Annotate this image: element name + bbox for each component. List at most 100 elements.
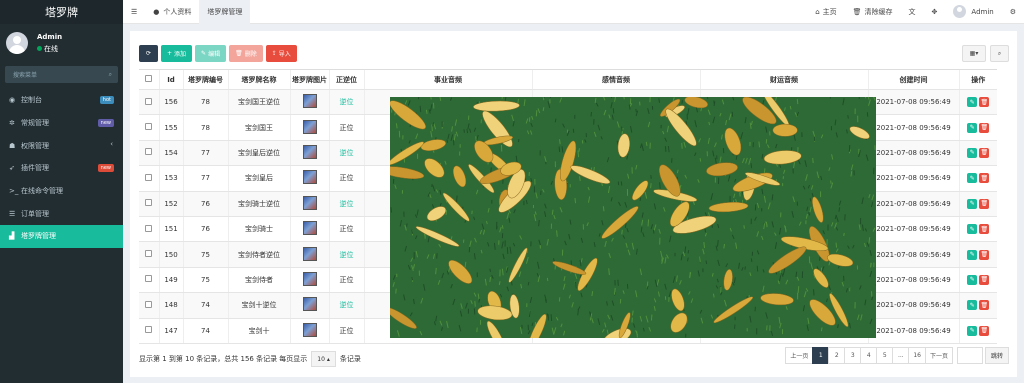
page-button[interactable]: 1 xyxy=(812,347,830,364)
page-button[interactable]: 3 xyxy=(844,347,862,364)
page-button[interactable]: 2 xyxy=(828,347,846,364)
page-size-select[interactable]: 10 ▴ xyxy=(311,351,336,367)
row-checkbox[interactable] xyxy=(139,140,159,167)
cell-number: 77 xyxy=(182,165,228,192)
sidebar-item-2[interactable]: ☗ 权限管理 ‹ xyxy=(0,134,123,157)
card-thumbnail[interactable] xyxy=(302,322,317,337)
delete-row-icon[interactable]: 🗑 xyxy=(979,173,990,184)
row-checkbox[interactable] xyxy=(139,241,159,268)
col-wealth-audio[interactable]: 财运音频 xyxy=(699,69,868,90)
select-all-checkbox[interactable] xyxy=(139,69,159,90)
sidebar-item-1[interactable]: ✲ 常规管理 new xyxy=(0,112,123,135)
page-jump-button[interactable]: 跳转 xyxy=(984,347,1009,364)
card-thumbnail[interactable] xyxy=(302,94,317,109)
card-thumbnail[interactable] xyxy=(302,119,317,134)
cell-number: 75 xyxy=(182,267,228,294)
card-thumbnail[interactable] xyxy=(302,170,317,185)
sidebar-item-label: 订单管理 xyxy=(21,209,49,218)
next-page-button[interactable]: 下一页 xyxy=(924,347,953,364)
add-button[interactable]: + 添加 xyxy=(161,45,193,62)
col-created-time[interactable]: 创建时间 xyxy=(867,69,959,90)
fullscreen-icon[interactable]: ✥ xyxy=(924,0,946,24)
avatar xyxy=(6,32,28,54)
columns-toggle-button[interactable]: ▦▾ xyxy=(962,45,986,62)
tab-profile[interactable]: ● 个人资料 xyxy=(145,0,199,24)
delete-row-icon[interactable]: 🗑 xyxy=(979,147,990,158)
edit-button[interactable]: ✎ 编辑 xyxy=(195,45,227,62)
col-position[interactable]: 正逆位 xyxy=(328,69,364,90)
card-thumbnail[interactable] xyxy=(302,144,317,159)
edit-row-icon[interactable]: ✎ xyxy=(967,122,978,133)
settings-icon[interactable]: ⚙ xyxy=(1002,0,1024,24)
card-thumbnail[interactable] xyxy=(302,221,317,236)
upload-icon: ⇪ xyxy=(271,50,277,57)
cell-created-time: 2021-07-08 09:56:49 xyxy=(867,241,959,268)
tab-tarot-management[interactable]: 塔罗牌管理 xyxy=(199,0,251,24)
col-love-audio[interactable]: 感情音频 xyxy=(531,69,700,90)
menu-toggle-icon[interactable]: ☰ xyxy=(123,0,145,24)
delete-row-icon[interactable]: 🗑 xyxy=(979,325,990,336)
delete-row-icon[interactable]: 🗑 xyxy=(979,274,990,285)
row-checkbox[interactable] xyxy=(139,292,159,319)
row-checkbox[interactable] xyxy=(139,165,159,192)
card-thumbnail[interactable] xyxy=(302,271,317,286)
prev-page-button[interactable]: 上一页 xyxy=(785,347,814,364)
col-career-audio[interactable]: 事业音频 xyxy=(363,69,532,90)
page-button[interactable]: 4 xyxy=(860,347,878,364)
delete-row-icon[interactable]: 🗑 xyxy=(979,97,990,108)
edit-row-icon[interactable]: ✎ xyxy=(967,198,978,209)
cell-image xyxy=(289,89,329,116)
col-name[interactable]: 塔罗牌名称 xyxy=(227,69,290,90)
card-thumbnail[interactable] xyxy=(302,297,317,312)
cell-position: 逆位 xyxy=(328,191,364,217)
edit-row-icon[interactable]: ✎ xyxy=(967,300,978,311)
col-image[interactable]: 塔罗牌图片 xyxy=(289,69,329,90)
page-button[interactable]: ... xyxy=(892,347,910,364)
sidebar-item-6[interactable]: ▟ 塔罗牌管理 xyxy=(0,225,123,248)
clear-cache-label: 清除缓存 xyxy=(864,7,893,16)
edit-row-icon[interactable]: ✎ xyxy=(967,274,978,285)
row-checkbox[interactable] xyxy=(139,114,159,141)
pencil-icon: ✎ xyxy=(201,50,207,57)
app-logo[interactable]: 塔罗牌 xyxy=(0,0,123,24)
sidebar-item-3[interactable]: ➶ 插件管理 new xyxy=(0,157,123,180)
edit-row-icon[interactable]: ✎ xyxy=(967,147,978,158)
card-thumbnail[interactable] xyxy=(302,195,317,210)
row-checkbox[interactable] xyxy=(139,318,159,344)
sidebar-item-4[interactable]: >_ 在线命令管理 xyxy=(0,180,123,203)
page-jump-input[interactable] xyxy=(956,347,983,364)
row-checkbox[interactable] xyxy=(139,191,159,217)
language-icon[interactable]: 文 xyxy=(901,0,924,24)
clear-cache-button[interactable]: 🗑 清除缓存 xyxy=(845,0,901,24)
refresh-button[interactable]: ⟳ xyxy=(139,45,158,62)
edit-row-icon[interactable]: ✎ xyxy=(967,97,978,108)
home-link[interactable]: ⌂ 主页 xyxy=(807,0,844,24)
col-id[interactable]: Id xyxy=(158,69,183,90)
page-button[interactable]: 5 xyxy=(876,347,894,364)
chevron-left-icon: ‹ xyxy=(110,140,113,149)
import-button[interactable]: ⇪ 导入 xyxy=(265,45,297,62)
user-menu[interactable]: Admin xyxy=(945,0,1001,24)
delete-row-icon[interactable]: 🗑 xyxy=(979,122,990,133)
delete-row-icon[interactable]: 🗑 xyxy=(979,198,990,209)
row-checkbox[interactable] xyxy=(139,89,159,116)
edit-row-icon[interactable]: ✎ xyxy=(967,173,978,184)
search-icon[interactable]: ⌕ xyxy=(109,71,112,79)
sidebar-search-input[interactable]: 搜索菜单 ⌕ xyxy=(5,66,118,83)
sidebar-item-0[interactable]: ◉ 控制台 hot xyxy=(0,89,123,112)
sidebar-item-5[interactable]: ☰ 订单管理 xyxy=(0,202,123,225)
row-checkbox[interactable] xyxy=(139,216,159,243)
page-button[interactable]: 16 xyxy=(908,347,926,364)
cell-image xyxy=(289,140,329,167)
delete-row-icon[interactable]: 🗑 xyxy=(979,224,990,235)
col-number[interactable]: 塔罗牌编号 xyxy=(182,69,228,90)
edit-row-icon[interactable]: ✎ xyxy=(967,325,978,336)
delete-row-icon[interactable]: 🗑 xyxy=(979,300,990,311)
edit-row-icon[interactable]: ✎ xyxy=(967,224,978,235)
delete-row-icon[interactable]: 🗑 xyxy=(979,249,990,260)
card-thumbnail[interactable] xyxy=(302,246,317,261)
delete-button[interactable]: 🗑 删除 xyxy=(229,45,263,62)
search-toggle-button[interactable]: ⌕ xyxy=(990,45,1009,62)
edit-row-icon[interactable]: ✎ xyxy=(967,249,978,260)
row-checkbox[interactable] xyxy=(139,267,159,294)
